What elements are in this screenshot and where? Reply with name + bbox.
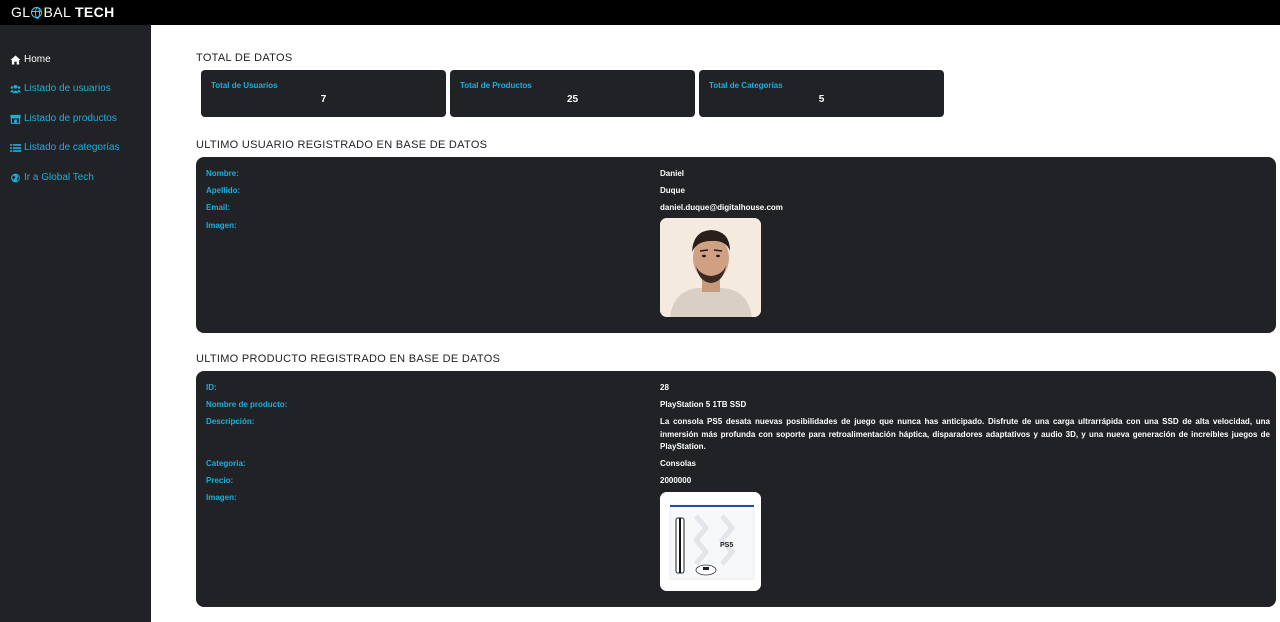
product-price-label: Precio: xyxy=(206,476,234,485)
stat-value: 7 xyxy=(320,94,327,105)
sidebar-item-home[interactable]: Home xyxy=(10,54,51,65)
user-name-label: Nombre: xyxy=(206,169,239,178)
product-description-label: Descripción: xyxy=(206,417,255,426)
product-id-label: ID: xyxy=(206,383,217,392)
product-category-value: Consolas xyxy=(660,459,697,468)
ps5-box-illustration: PS5 xyxy=(660,492,761,591)
sidebar-item-go-to-global-tech[interactable]: Ir a Global Tech xyxy=(10,172,94,183)
user-lastname-label: Apellido: xyxy=(206,186,241,195)
stat-value: 5 xyxy=(818,94,825,105)
sidebar-item-label: Home xyxy=(24,54,51,65)
product-image-label: Imagen: xyxy=(206,493,237,502)
product-name-value: PlayStation 5 1TB SSD xyxy=(660,400,747,409)
product-image: PS5 xyxy=(660,492,761,591)
stat-card-products: Total de Productos 25 xyxy=(450,70,695,117)
user-name-value: Daniel xyxy=(660,169,685,178)
stat-label: Total de Productos xyxy=(460,81,532,90)
global-tech-logo[interactable]: GL BAL TECH xyxy=(11,5,115,20)
sidebar-item-products[interactable]: Listado de productos xyxy=(10,113,117,124)
user-image-label: Imagen: xyxy=(206,221,237,230)
logo-globe-icon xyxy=(31,7,43,19)
store-icon xyxy=(10,114,21,124)
last-user-panel: Nombre: Daniel Apellido: Duque Email: da… xyxy=(196,157,1276,333)
sidebar-item-users[interactable]: Listado de usuarios xyxy=(10,83,111,94)
product-id-value: 28 xyxy=(660,383,669,392)
sidebar-item-label: Listado de productos xyxy=(24,113,117,124)
product-price-value: 2000000 xyxy=(660,476,692,485)
stat-card-categories: Total de Categorías 5 xyxy=(699,70,944,117)
last-user-title: ULTIMO USUARIO REGISTRADO EN BASE DE DAT… xyxy=(196,139,488,151)
home-icon xyxy=(10,54,21,65)
users-icon xyxy=(10,84,21,94)
logo-text-gl: GL xyxy=(11,4,31,20)
stat-value: 25 xyxy=(566,94,579,105)
user-lastname-value: Duque xyxy=(660,186,685,195)
globe-icon xyxy=(10,173,21,183)
user-avatar-image xyxy=(660,218,761,317)
sidebar-item-categories[interactable]: Listado de categorías xyxy=(10,142,120,153)
logo-text-bal: BAL xyxy=(43,4,71,20)
user-email-value: daniel.duque@digitalhouse.com xyxy=(660,203,783,212)
last-product-title: ULTIMO PRODUCTO REGISTRADO EN BASE DE DA… xyxy=(196,353,501,365)
last-product-panel: ID: 28 Nombre de producto: PlayStation 5… xyxy=(196,371,1276,607)
product-description-value: La consola PS5 desata nuevas posibilidad… xyxy=(660,417,1270,451)
list-icon xyxy=(10,143,21,153)
stat-label: Total de Usuarios xyxy=(211,81,278,90)
main-content: TOTAL DE DATOS Total de Usuarios 7 Total… xyxy=(151,25,1280,622)
sidebar: Home Listado de usuarios Listado de prod… xyxy=(0,25,151,622)
product-name-label: Nombre de producto: xyxy=(206,400,288,409)
sidebar-item-label: Listado de usuarios xyxy=(24,83,111,94)
user-email-label: Email: xyxy=(206,203,231,212)
logo-text-tech: TECH xyxy=(74,4,115,20)
sidebar-item-label: Listado de categorías xyxy=(24,142,120,153)
stat-card-users: Total de Usuarios 7 xyxy=(201,70,446,117)
top-bar: GL BAL TECH xyxy=(0,0,1280,25)
totals-title: TOTAL DE DATOS xyxy=(196,52,293,64)
stat-label: Total de Categorías xyxy=(709,81,783,90)
ps5-box-logo-text: PS5 xyxy=(720,542,733,549)
user-avatar-illustration xyxy=(660,218,761,317)
product-category-label: Categoria: xyxy=(206,459,246,468)
sidebar-item-label: Ir a Global Tech xyxy=(24,172,94,183)
